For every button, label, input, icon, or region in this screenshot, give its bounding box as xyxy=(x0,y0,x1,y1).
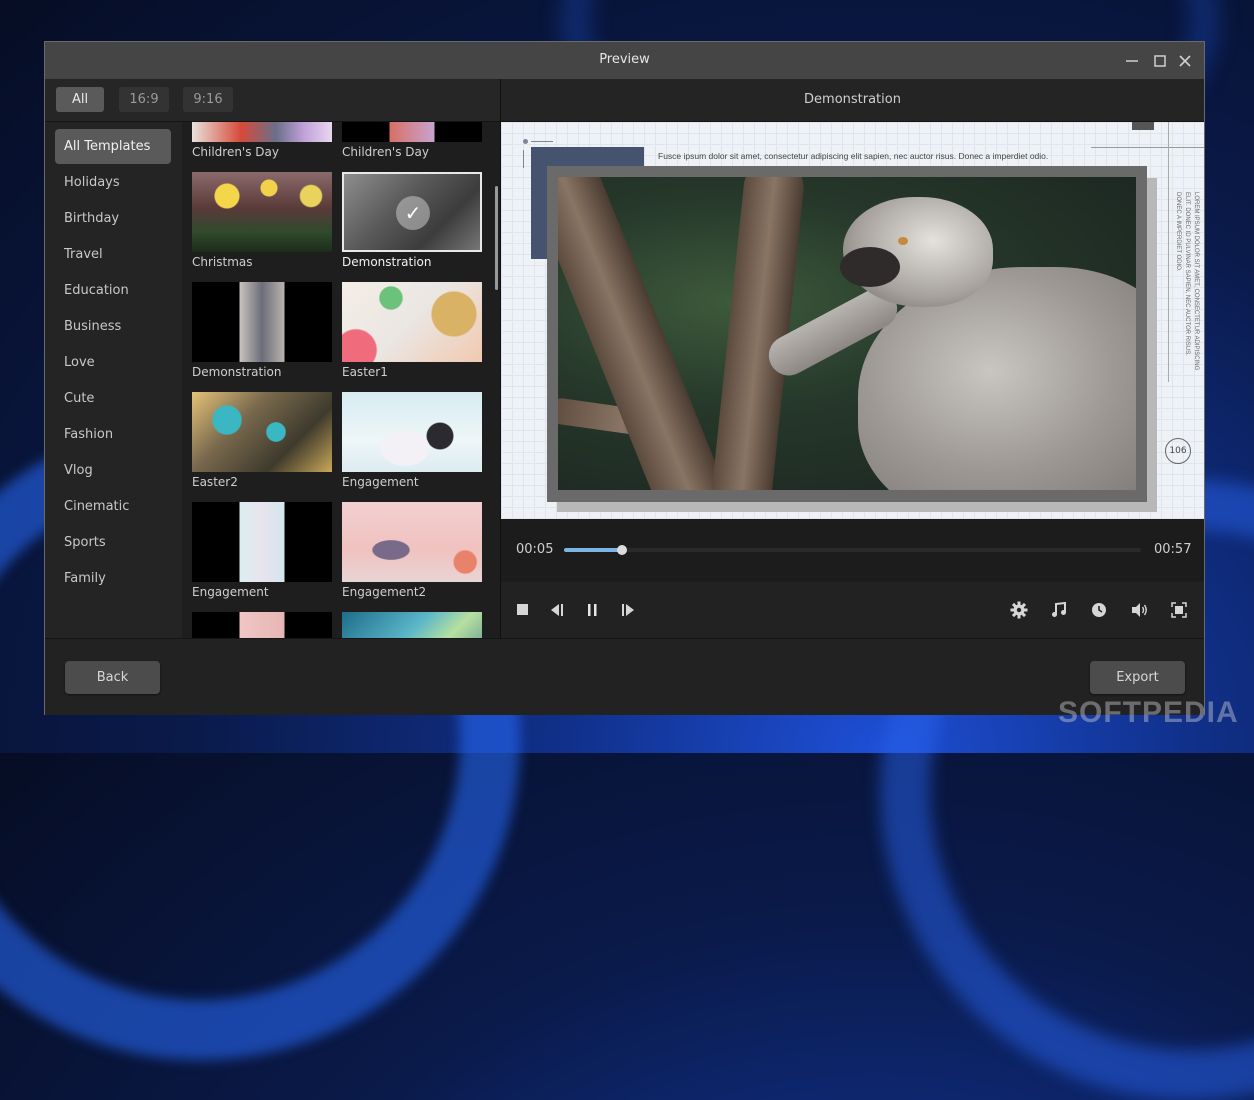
previous-frame-icon xyxy=(551,604,563,616)
template-label: Engagement2 xyxy=(342,585,427,599)
decor-line xyxy=(523,150,524,168)
category-love[interactable]: Love xyxy=(55,345,171,380)
template-label: Easter2 xyxy=(192,475,238,489)
category-travel[interactable]: Travel xyxy=(55,237,171,272)
decor-line xyxy=(531,141,553,142)
video-preview[interactable]: Fusce ipsum dolor sit amet, consectetur … xyxy=(501,122,1204,519)
template-label: Easter1 xyxy=(342,365,388,379)
template-thumbnail xyxy=(342,502,482,582)
next-frame-button[interactable] xyxy=(618,600,638,620)
stop-icon xyxy=(517,604,528,615)
back-button[interactable]: Back xyxy=(65,661,160,694)
maximize-button[interactable] xyxy=(1149,50,1171,72)
settings-button[interactable] xyxy=(1009,600,1029,620)
seek-bar-progress xyxy=(564,548,622,552)
decor-line xyxy=(1091,147,1204,148)
template-label: Engagement xyxy=(192,585,269,599)
template-thumbnail xyxy=(192,122,332,142)
category-list: All Templates Holidays Birthday Travel E… xyxy=(45,122,182,638)
export-button[interactable]: Export xyxy=(1090,661,1185,694)
softpedia-watermark: SOFTPEDIA xyxy=(1058,696,1239,729)
template-badge: 106 xyxy=(1165,438,1191,464)
preview-panel: Demonstration Fusce ipsum dolor sit amet… xyxy=(501,79,1204,638)
maximize-icon xyxy=(1154,55,1166,67)
preview-title: Demonstration xyxy=(501,79,1204,122)
close-button[interactable] xyxy=(1174,50,1196,72)
close-icon xyxy=(1179,55,1191,67)
category-all-templates[interactable]: All Templates xyxy=(55,129,171,164)
template-thumbnail xyxy=(192,282,332,362)
current-time: 00:05 xyxy=(516,542,554,557)
template-overlay-text: Fusce ipsum dolor sit amet, consectetur … xyxy=(658,151,1049,161)
category-vlog[interactable]: Vlog xyxy=(55,453,171,488)
filter-16-9[interactable]: 16:9 xyxy=(119,87,169,112)
duration-button[interactable] xyxy=(1089,600,1109,620)
decor-dot xyxy=(523,139,528,144)
next-frame-icon xyxy=(622,604,634,616)
category-education[interactable]: Education xyxy=(55,273,171,308)
template-browser: All 16:9 9:16 All Templates Holidays Bir… xyxy=(45,79,500,638)
template-label: Children's Day xyxy=(342,145,429,159)
volume-button[interactable] xyxy=(1129,600,1149,620)
template-thumbnail xyxy=(192,392,332,472)
template-thumbnail xyxy=(342,282,482,362)
pause-icon xyxy=(588,604,597,616)
template-thumbnail-selected: ✓ xyxy=(342,172,482,252)
footer-bar: Back Export xyxy=(45,638,1204,715)
pause-button[interactable] xyxy=(583,600,603,620)
minimize-icon xyxy=(1126,60,1138,62)
previous-frame-button[interactable] xyxy=(548,600,568,620)
template-label: Engagement xyxy=(342,475,419,489)
decor-line xyxy=(1168,122,1169,382)
fullscreen-icon xyxy=(1171,602,1187,618)
template-grid-scrollbar[interactable] xyxy=(495,186,498,290)
branch xyxy=(558,177,727,490)
preview-window: Preview All 16:9 9:16 All Templates Holi… xyxy=(44,41,1205,715)
template-thumbnail xyxy=(192,612,332,638)
stop-button[interactable] xyxy=(513,600,533,620)
lemur-face xyxy=(840,247,900,287)
category-sports[interactable]: Sports xyxy=(55,525,171,560)
minimize-button[interactable] xyxy=(1121,50,1143,72)
category-fashion[interactable]: Fashion xyxy=(55,417,171,452)
template-label: Children's Day xyxy=(192,145,279,159)
category-cinematic[interactable]: Cinematic xyxy=(55,489,171,524)
video-frame-image xyxy=(558,177,1136,490)
template-thumbnail xyxy=(342,122,482,142)
fullscreen-button[interactable] xyxy=(1169,600,1189,620)
clock-icon xyxy=(1092,603,1106,617)
video-frame xyxy=(547,166,1147,502)
music-button[interactable] xyxy=(1049,600,1069,620)
total-time: 00:57 xyxy=(1154,542,1192,557)
category-business[interactable]: Business xyxy=(55,309,171,344)
template-thumbnail xyxy=(192,502,332,582)
template-label: Christmas xyxy=(192,255,253,269)
title-bar[interactable]: Preview xyxy=(45,42,1204,79)
filter-9-16[interactable]: 9:16 xyxy=(183,87,233,112)
category-family[interactable]: Family xyxy=(55,561,171,596)
playback-controls xyxy=(501,582,1204,638)
settings-icon xyxy=(1010,601,1028,619)
music-icon xyxy=(1052,601,1066,617)
timeline: 00:05 00:57 xyxy=(501,519,1204,581)
category-birthday[interactable]: Birthday xyxy=(55,201,171,236)
category-cute[interactable]: Cute xyxy=(55,381,171,416)
template-thumbnail xyxy=(342,612,482,638)
template-label: Demonstration xyxy=(342,255,432,269)
template-grid: Children's Day Children's Day Christmas … xyxy=(192,122,492,638)
template-thumbnail xyxy=(192,172,332,252)
seek-bar[interactable] xyxy=(564,545,1141,555)
window-title: Preview xyxy=(599,52,650,67)
volume-icon xyxy=(1132,603,1147,617)
aspect-filter-bar: All 16:9 9:16 xyxy=(45,79,500,122)
filter-all[interactable]: All xyxy=(56,87,104,112)
template-vertical-text: LOREM IPSUM DOLOR SIT AMET, CONSECTETUR … xyxy=(1175,192,1199,371)
seek-bar-handle[interactable] xyxy=(616,545,627,555)
decor-block xyxy=(1132,122,1154,130)
selected-check-icon: ✓ xyxy=(396,196,430,230)
template-label: Demonstration xyxy=(192,365,282,379)
category-holidays[interactable]: Holidays xyxy=(55,165,171,200)
template-thumbnail xyxy=(342,392,482,472)
lemur-eye xyxy=(898,237,908,245)
